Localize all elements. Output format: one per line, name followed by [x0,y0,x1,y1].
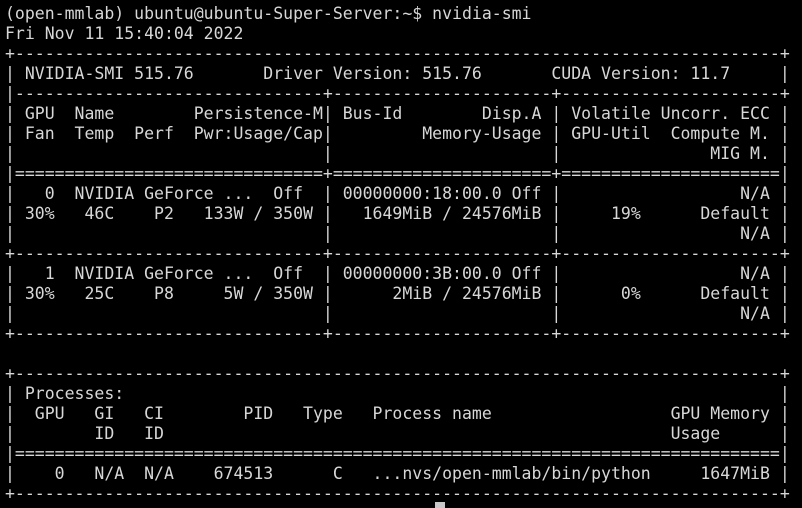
timestamp-line: Fri Nov 11 15:40:04 2022 [5,24,244,43]
terminal-window[interactable]: (open-mmlab) ubuntu@ubuntu-Super-Server:… [0,0,802,508]
table-header-separator: |===============================+=======… [5,164,790,183]
processes-header-separator: |=======================================… [5,444,790,463]
processes-border-top: +---------------------------------------… [5,364,790,383]
processes-header-row-1: | GPU GI CI PID Type Process name GPU Me… [5,404,790,423]
gpu-0-row-1: | 0 NVIDIA GeForce ... Off | 00000000:18… [5,184,790,203]
table-divider: +-------------------------------+-------… [5,244,790,263]
table-border-bottom: +-------------------------------+-------… [5,324,790,343]
gpu-0-row-2: | 30% 46C P2 133W / 350W | 1649MiB / 245… [5,204,790,223]
processes-title: | Processes: | [5,384,790,403]
text-cursor [435,502,445,508]
gpu-0-row-3: | | | N/A | [5,224,790,243]
process-row: | 0 N/A N/A 674513 C ...nvs/open-mmlab/b… [5,464,790,483]
version-info-line: | NVIDIA-SMI 515.76 Driver Version: 515.… [5,64,790,83]
gpu-header-row-3: | | | MIG M. | [5,144,790,163]
processes-header-row-2: | ID ID Usage | [5,424,790,443]
command-prompt-line: (open-mmlab) ubuntu@ubuntu-Super-Server:… [5,4,532,23]
gpu-header-row-1: | GPU Name Persistence-M| Bus-Id Disp.A … [5,104,790,123]
processes-border-bottom: +---------------------------------------… [5,484,790,503]
gpu-1-row-2: | 30% 25C P8 5W / 350W | 2MiB / 24576MiB… [5,284,790,303]
table-divider: |-------------------------------+-------… [5,84,790,103]
gpu-1-row-1: | 1 NVIDIA GeForce ... Off | 00000000:3B… [5,264,790,283]
gpu-header-row-2: | Fan Temp Perf Pwr:Usage/Cap| Memory-Us… [5,124,790,143]
gpu-1-row-3: | | | N/A | [5,304,790,323]
table-border-top: +---------------------------------------… [5,44,790,63]
